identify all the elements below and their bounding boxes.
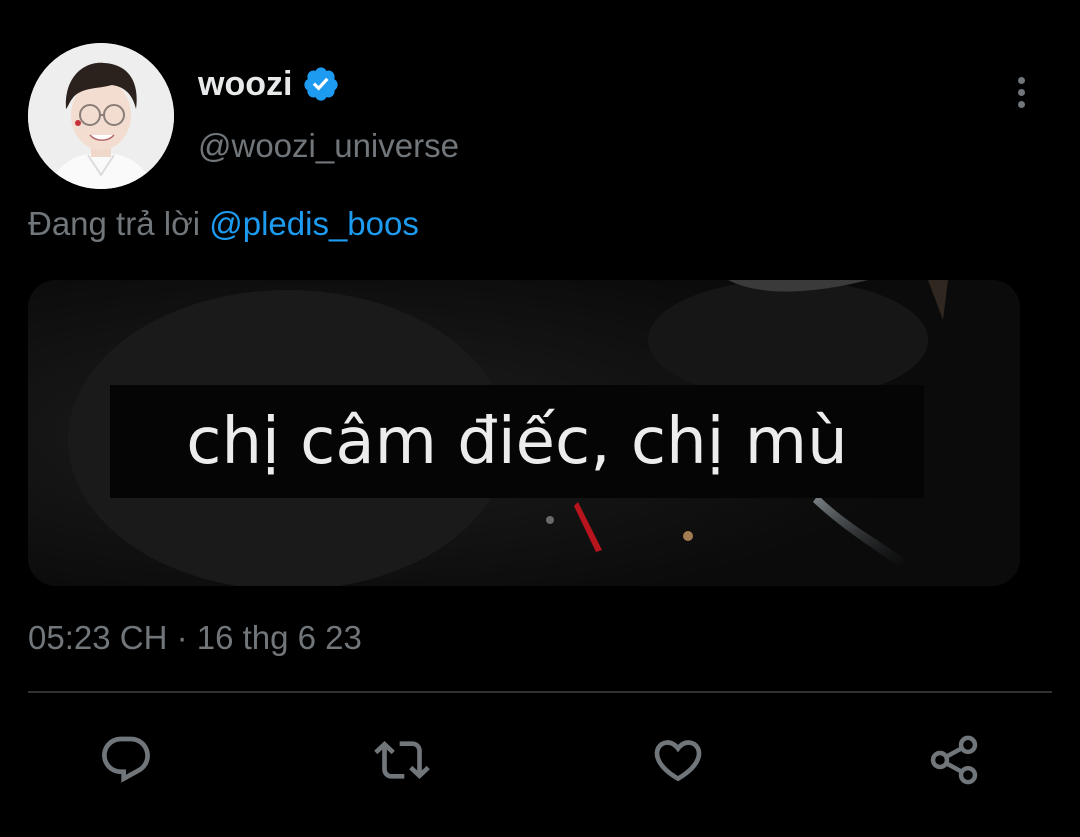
- retweet-button[interactable]: [372, 730, 432, 790]
- tweet-timestamp[interactable]: 05:23 CH · 16 thg 6 23: [28, 616, 362, 660]
- more-dot: [1017, 100, 1025, 108]
- reply-icon: [102, 736, 150, 783]
- media-caption: chị câm điếc, chị mù: [186, 404, 848, 479]
- heart-icon: [654, 740, 702, 782]
- author-handle[interactable]: @woozi_universe: [198, 124, 459, 168]
- share-icon: [930, 735, 978, 785]
- more-dot: [1017, 88, 1025, 96]
- like-button[interactable]: [648, 730, 708, 790]
- reply-button[interactable]: [96, 730, 156, 790]
- reply-prefix: Đang trả lời: [28, 205, 201, 242]
- avatar-image: [28, 43, 174, 189]
- display-name[interactable]: woozi: [198, 62, 292, 106]
- caption-box: chị câm điếc, chị mù: [110, 385, 924, 498]
- more-vertical-icon[interactable]: [1004, 70, 1038, 114]
- divider: [28, 691, 1052, 693]
- more-dot: [1017, 76, 1025, 84]
- retweet-icon: [374, 741, 430, 779]
- tweet-media[interactable]: chị câm điếc, chị mù: [28, 280, 1020, 586]
- reply-mention-link[interactable]: @pledis_boos: [209, 205, 419, 242]
- avatar[interactable]: [28, 43, 174, 189]
- reply-context: Đang trả lời @pledis_boos: [28, 202, 419, 246]
- share-button[interactable]: [924, 730, 984, 790]
- verified-badge-icon: [304, 67, 339, 101]
